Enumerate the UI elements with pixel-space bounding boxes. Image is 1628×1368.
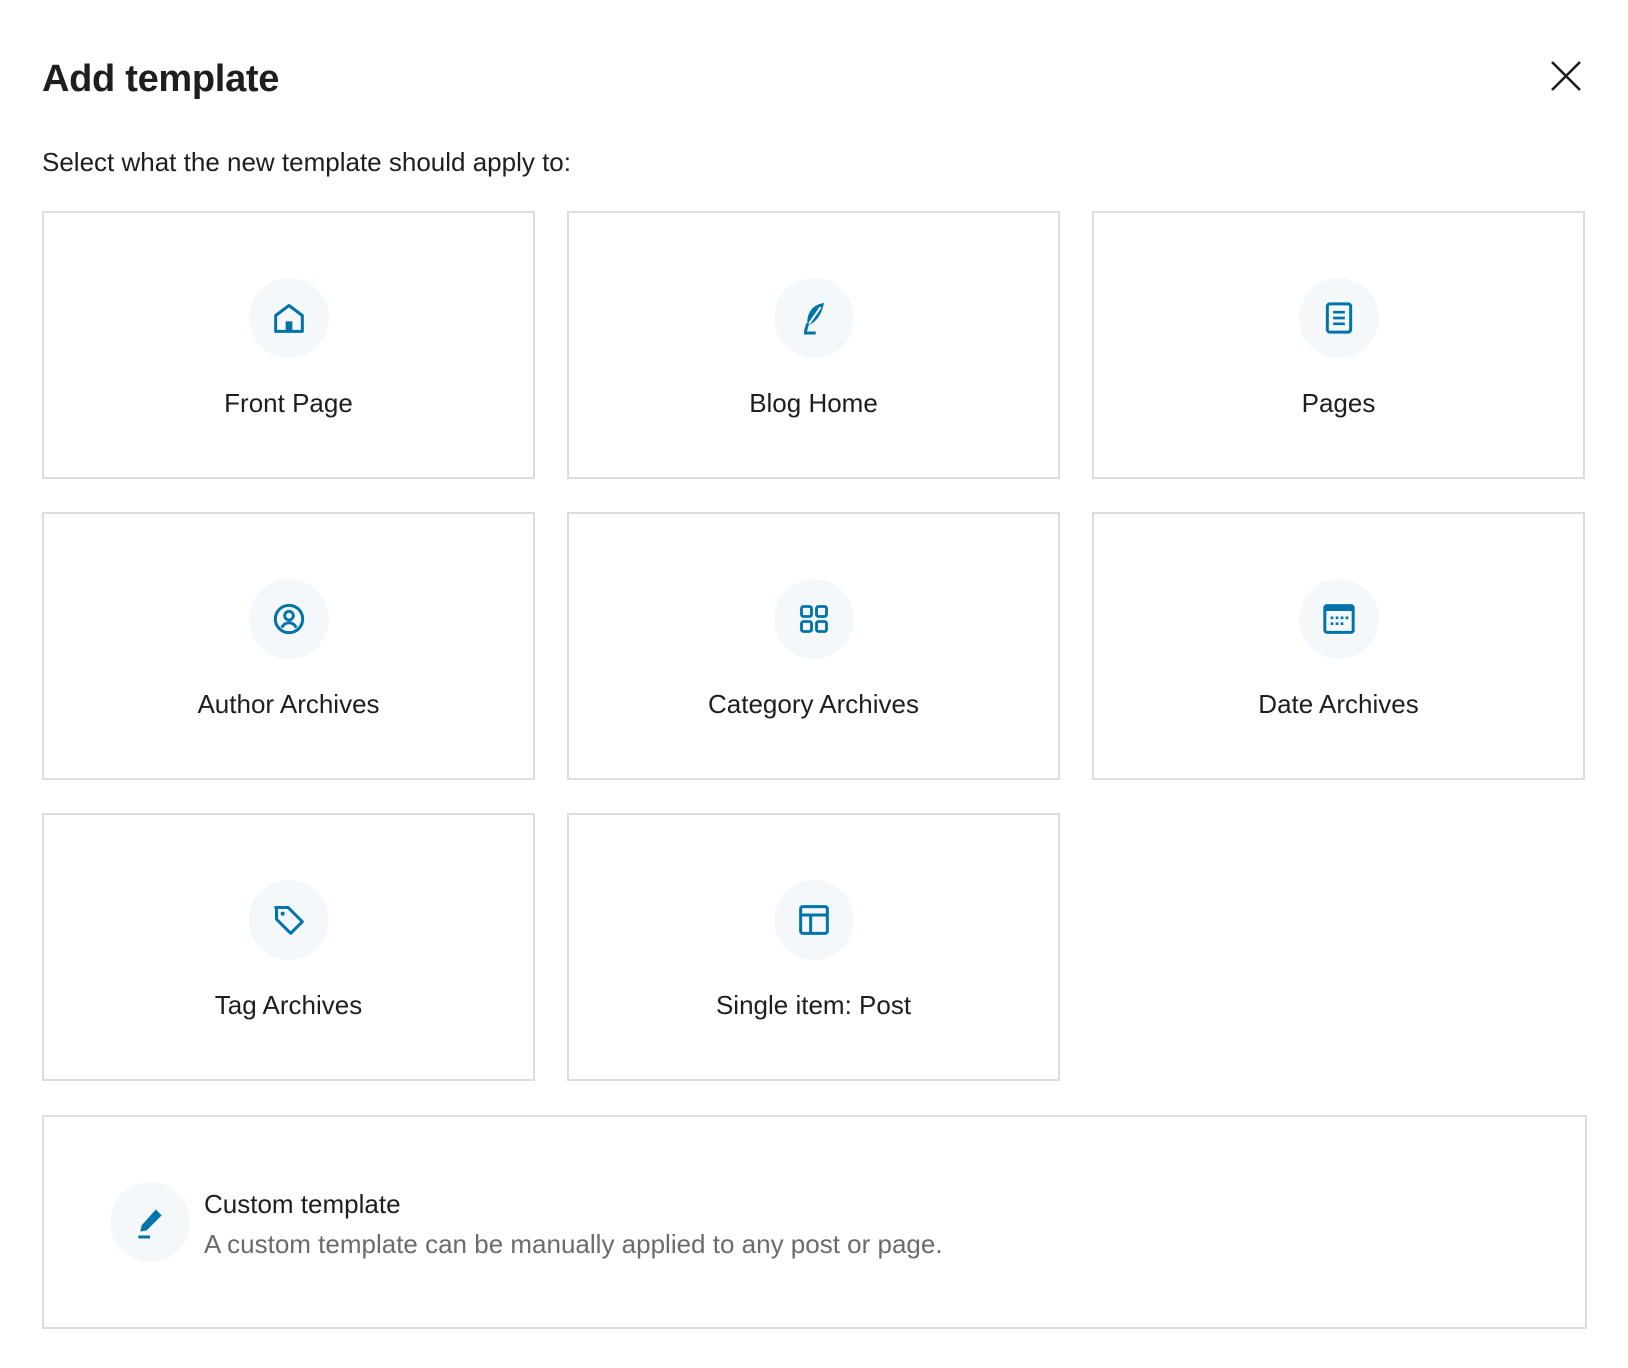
template-card-single-post[interactable]: Single item: Post [567, 813, 1060, 1081]
template-card-front-page[interactable]: Front Page [42, 211, 535, 479]
custom-template-text: Custom template A custom template can be… [204, 1186, 943, 1262]
template-card-date-archives[interactable]: Date Archives [1092, 512, 1585, 780]
close-icon [1551, 61, 1581, 91]
template-label: Date Archives [1258, 689, 1419, 719]
icon-container [773, 579, 854, 659]
layout-icon [798, 905, 829, 935]
add-template-modal: Add template Select what the new templat… [0, 0, 1628, 1368]
page-icon [1325, 302, 1352, 334]
template-label: Tag Archives [214, 990, 363, 1020]
feather-icon [803, 303, 824, 335]
author-icon [273, 603, 304, 635]
icon-container [248, 880, 329, 960]
icon-container [773, 278, 854, 358]
icon-container [248, 579, 329, 659]
template-card-tag-archives[interactable]: Tag Archives [42, 813, 535, 1081]
modal-title: Add template [42, 58, 280, 100]
custom-template-card[interactable]: Custom template A custom template can be… [42, 1115, 1587, 1329]
template-label: Single item: Post [715, 990, 912, 1020]
icon-container [1298, 579, 1379, 659]
icon-container [110, 1182, 190, 1262]
tag-icon [273, 906, 304, 935]
template-card-category-archives[interactable]: Category Archives [567, 512, 1060, 780]
icon-container [248, 278, 329, 358]
modal-subtitle: Select what the new template should appl… [42, 147, 571, 177]
template-card-blog-home[interactable]: Blog Home [567, 211, 1060, 479]
calendar-icon [1322, 604, 1355, 634]
template-label: Category Archives [708, 689, 919, 719]
custom-template-description: A custom template can be manually applie… [204, 1229, 943, 1259]
template-card-pages[interactable]: Pages [1092, 211, 1585, 479]
template-label: Author Archives [197, 689, 380, 719]
template-label: Pages [1301, 388, 1376, 418]
icon-container [1298, 278, 1379, 358]
close-button[interactable] [1546, 56, 1586, 96]
category-icon [799, 605, 828, 633]
icon-container [773, 880, 854, 960]
template-card-author-archives[interactable]: Author Archives [42, 512, 535, 780]
template-grid: Front Page Blog Home Pages Author Archiv… [42, 211, 1585, 1081]
pencil-icon [138, 1209, 162, 1239]
home-icon [273, 304, 304, 333]
template-label: Blog Home [749, 388, 878, 418]
template-label: Front Page [224, 388, 353, 418]
custom-template-title: Custom template [204, 1189, 401, 1219]
